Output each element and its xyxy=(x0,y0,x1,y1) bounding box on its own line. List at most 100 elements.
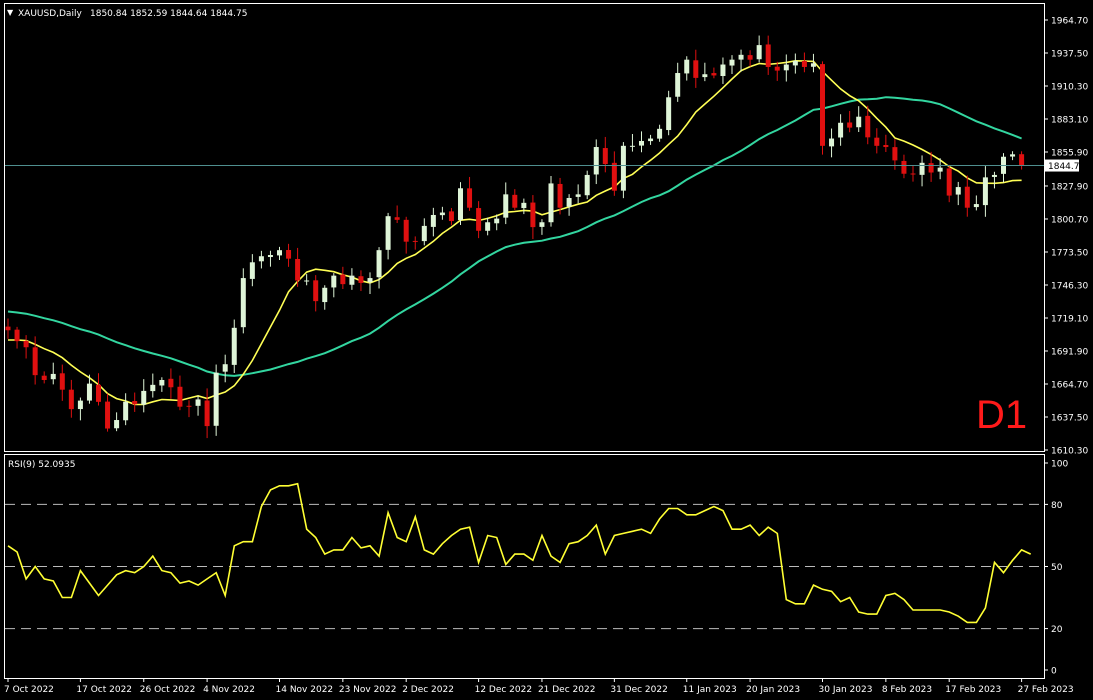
candle-body xyxy=(1010,154,1016,157)
candle-body xyxy=(928,163,934,173)
candle-body xyxy=(448,211,454,222)
candle-body xyxy=(503,194,509,218)
candle-body xyxy=(1019,154,1025,166)
candle-body xyxy=(322,287,328,303)
candle-body xyxy=(910,173,916,175)
price-axis-label: 1746.30 xyxy=(1051,281,1088,291)
candle-body xyxy=(711,73,717,76)
time-axis: 7 Oct 2022 17 Oct 2022 26 Oct 2022 4 Nov 20… xyxy=(4,678,1074,695)
candle-body xyxy=(358,276,364,283)
price-axis-label: 1855.90 xyxy=(1051,149,1088,159)
candle-body xyxy=(159,379,165,386)
candle-body xyxy=(684,59,690,74)
candle-body xyxy=(96,384,101,402)
candle-body xyxy=(602,148,608,165)
candle-body xyxy=(467,188,473,208)
candle-body xyxy=(539,222,545,227)
candle-body xyxy=(901,160,907,174)
price-axis-label: 1637.50 xyxy=(1051,413,1088,423)
candle-body xyxy=(150,384,156,392)
price-axis: 1964.70 1937.50 1910.30 1883.10 1855.90 1827.… xyxy=(1044,17,1088,457)
candle-body xyxy=(919,162,925,175)
candle-body xyxy=(521,202,527,209)
time-axis-label: 20 Jan 2023 xyxy=(746,685,800,695)
candle-body xyxy=(729,59,735,66)
candle-body xyxy=(548,183,554,223)
rsi-axis: 100 80 50 20 0 xyxy=(1044,460,1068,677)
current-price-tag-label: 1844.75 xyxy=(1048,162,1085,172)
candle-body xyxy=(883,144,889,148)
candle-body xyxy=(367,278,373,283)
dropdown-glyph[interactable]: ▼ xyxy=(7,8,14,17)
candle-body xyxy=(77,400,83,410)
candle-body xyxy=(286,250,292,259)
timeframe-badge: D1 xyxy=(976,393,1027,437)
candle-body xyxy=(856,116,862,128)
price-axis-label: 1827.90 xyxy=(1051,182,1088,192)
candle-body xyxy=(86,383,92,401)
price-axis-label: 1937.50 xyxy=(1051,50,1088,60)
candle-body xyxy=(304,280,310,282)
time-axis-label: 23 Nov 2022 xyxy=(339,685,397,695)
candle-body xyxy=(964,186,970,208)
candle-body xyxy=(430,214,436,227)
price-axis-label: 1773.50 xyxy=(1051,248,1088,258)
time-axis-label: 30 Jan 2023 xyxy=(819,685,873,695)
candle-body xyxy=(648,138,654,142)
candle-body xyxy=(439,212,445,216)
candle-body xyxy=(258,256,264,262)
candle-body xyxy=(593,147,599,175)
candle-body xyxy=(892,147,898,161)
candle-body xyxy=(177,386,183,407)
candle-body xyxy=(720,64,726,77)
time-axis-label: 21 Dec 2022 xyxy=(538,685,596,695)
candle-body xyxy=(458,188,463,221)
candle-body xyxy=(59,373,65,390)
candle-body xyxy=(973,204,979,208)
candle-body xyxy=(702,74,708,78)
candle-body xyxy=(385,216,391,250)
current-price-tag: 1844.75 xyxy=(1045,159,1085,172)
candle-body xyxy=(485,222,491,231)
symbol-header: XAUUSD,Daily xyxy=(18,9,82,19)
candle-body xyxy=(666,97,672,131)
candle-body xyxy=(829,138,835,147)
candle-body xyxy=(186,405,192,407)
candle-body xyxy=(991,174,997,177)
time-axis-label: 26 Oct 2022 xyxy=(140,685,196,695)
candle-body xyxy=(132,400,138,405)
time-axis-label: 4 Nov 2022 xyxy=(203,685,255,695)
candle-body xyxy=(32,347,38,376)
candle-body xyxy=(738,54,744,60)
rsi-axis-label: 50 xyxy=(1051,563,1063,573)
candle-body xyxy=(421,225,427,242)
time-axis-label: 12 Dec 2022 xyxy=(475,685,532,695)
candle-body xyxy=(620,145,626,191)
candle-body xyxy=(657,128,663,139)
candle-body xyxy=(955,187,961,195)
time-axis-label: 2 Dec 2022 xyxy=(402,685,454,695)
candle-body xyxy=(946,168,952,196)
candle-body xyxy=(195,399,201,406)
price-axis-label: 1910.30 xyxy=(1051,83,1088,93)
time-axis-label: 11 Jan 2023 xyxy=(683,685,737,695)
time-axis-label: 31 Dec 2022 xyxy=(610,685,668,695)
price-axis-label: 1883.10 xyxy=(1051,116,1088,126)
candle-body xyxy=(801,60,807,67)
candle-body xyxy=(756,45,762,60)
candle-body xyxy=(865,115,871,138)
candle-body xyxy=(530,202,536,228)
candle-body xyxy=(41,375,47,380)
candle-body xyxy=(412,240,418,242)
time-axis-label: 17 Feb 2023 xyxy=(945,685,1001,695)
candle-body xyxy=(331,275,337,288)
candle-body xyxy=(249,262,255,279)
candle-body xyxy=(222,364,228,372)
candle-body xyxy=(105,401,111,429)
rsi-header: RSI(9) 52.0935 xyxy=(8,460,75,470)
candle-body xyxy=(231,327,237,365)
candle-body xyxy=(5,326,11,331)
candle-body xyxy=(68,389,74,410)
candle-body xyxy=(403,219,409,242)
candle-body xyxy=(557,183,563,208)
